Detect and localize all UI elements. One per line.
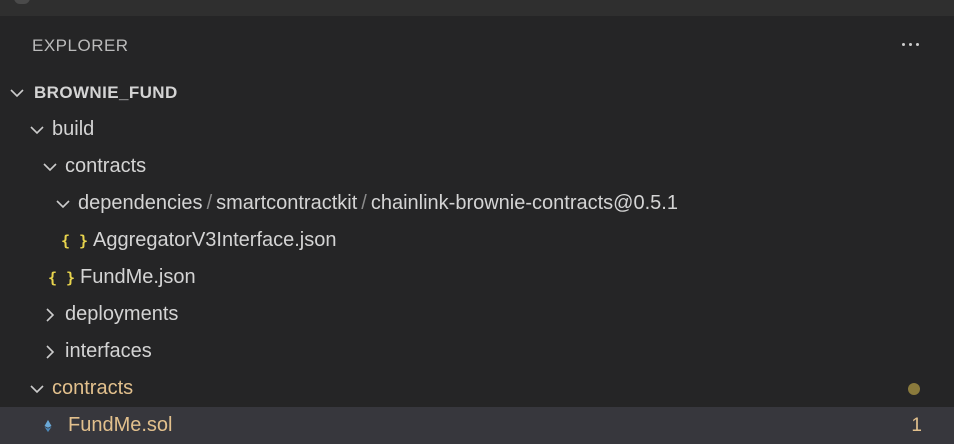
tree-item-label: BROWNIE_FUND <box>34 82 178 102</box>
tree-item-interfaces[interactable]: interfaces <box>0 333 954 370</box>
problem-count-badge: 1 <box>911 414 922 436</box>
chevron-down-icon <box>39 156 61 178</box>
explorer-header: EXPLORER <box>0 16 954 74</box>
tree-item-brownie-fund[interactable]: BROWNIE_FUND <box>0 74 954 111</box>
top-edge-strip <box>0 0 954 16</box>
tree-item-build[interactable]: build <box>0 111 954 148</box>
json-file-icon: { } <box>48 268 76 287</box>
explorer-title: EXPLORER <box>32 36 129 55</box>
tree-item-label: contracts <box>52 377 134 399</box>
more-actions-button[interactable] <box>896 30 924 58</box>
tree-item-label: interfaces <box>65 340 152 362</box>
file-tree: BROWNIE_FUND build contracts dependencie… <box>0 74 954 444</box>
path-segment-dependencies[interactable]: dependencies <box>78 192 203 215</box>
tree-item-aggregator-json[interactable]: { } AggregatorV3Interface.json <box>0 222 954 259</box>
ellipsis-dot <box>908 42 912 46</box>
tree-item-label: deployments <box>65 303 179 325</box>
ellipsis-dot <box>915 42 919 46</box>
modified-dot-badge <box>908 383 920 395</box>
path-segment-chainlink[interactable]: chainlink-brownie-contracts@0.5.1 <box>371 192 678 215</box>
chevron-down-icon <box>26 378 48 400</box>
chevron-down-icon <box>52 193 74 215</box>
chevron-right-icon <box>39 341 61 363</box>
path-separator: / <box>361 192 367 214</box>
explorer-panel: EXPLORER BROWNIE_FUND build contracts de… <box>0 16 954 444</box>
tree-item-label: contracts <box>65 155 147 177</box>
chevron-down-icon <box>6 82 28 104</box>
tree-item-deployments[interactable]: deployments <box>0 296 954 333</box>
tree-item-fundme-sol[interactable]: FundMe.sol 1 <box>0 407 954 444</box>
tree-item-label: FundMe.sol <box>68 414 173 436</box>
tree-item-label: build <box>52 118 95 140</box>
solidity-file-icon <box>37 415 59 437</box>
tree-item-fundme-json[interactable]: { } FundMe.json <box>0 259 954 296</box>
tree-item-build-contracts[interactable]: contracts <box>0 148 954 185</box>
tree-item-dependencies[interactable]: dependencies / smartcontractkit / chainl… <box>0 185 954 222</box>
window-control-fragment <box>14 0 30 4</box>
tree-item-label: FundMe.json <box>80 266 196 288</box>
tree-item-contracts[interactable]: contracts <box>0 370 954 407</box>
path-segment-smartcontractkit[interactable]: smartcontractkit <box>216 192 357 215</box>
ellipsis-icon <box>901 42 905 46</box>
tree-item-label: AggregatorV3Interface.json <box>93 229 337 251</box>
json-file-icon: { } <box>61 231 89 250</box>
chevron-right-icon <box>39 304 61 326</box>
path-separator: / <box>206 192 213 214</box>
chevron-down-icon <box>26 119 48 141</box>
